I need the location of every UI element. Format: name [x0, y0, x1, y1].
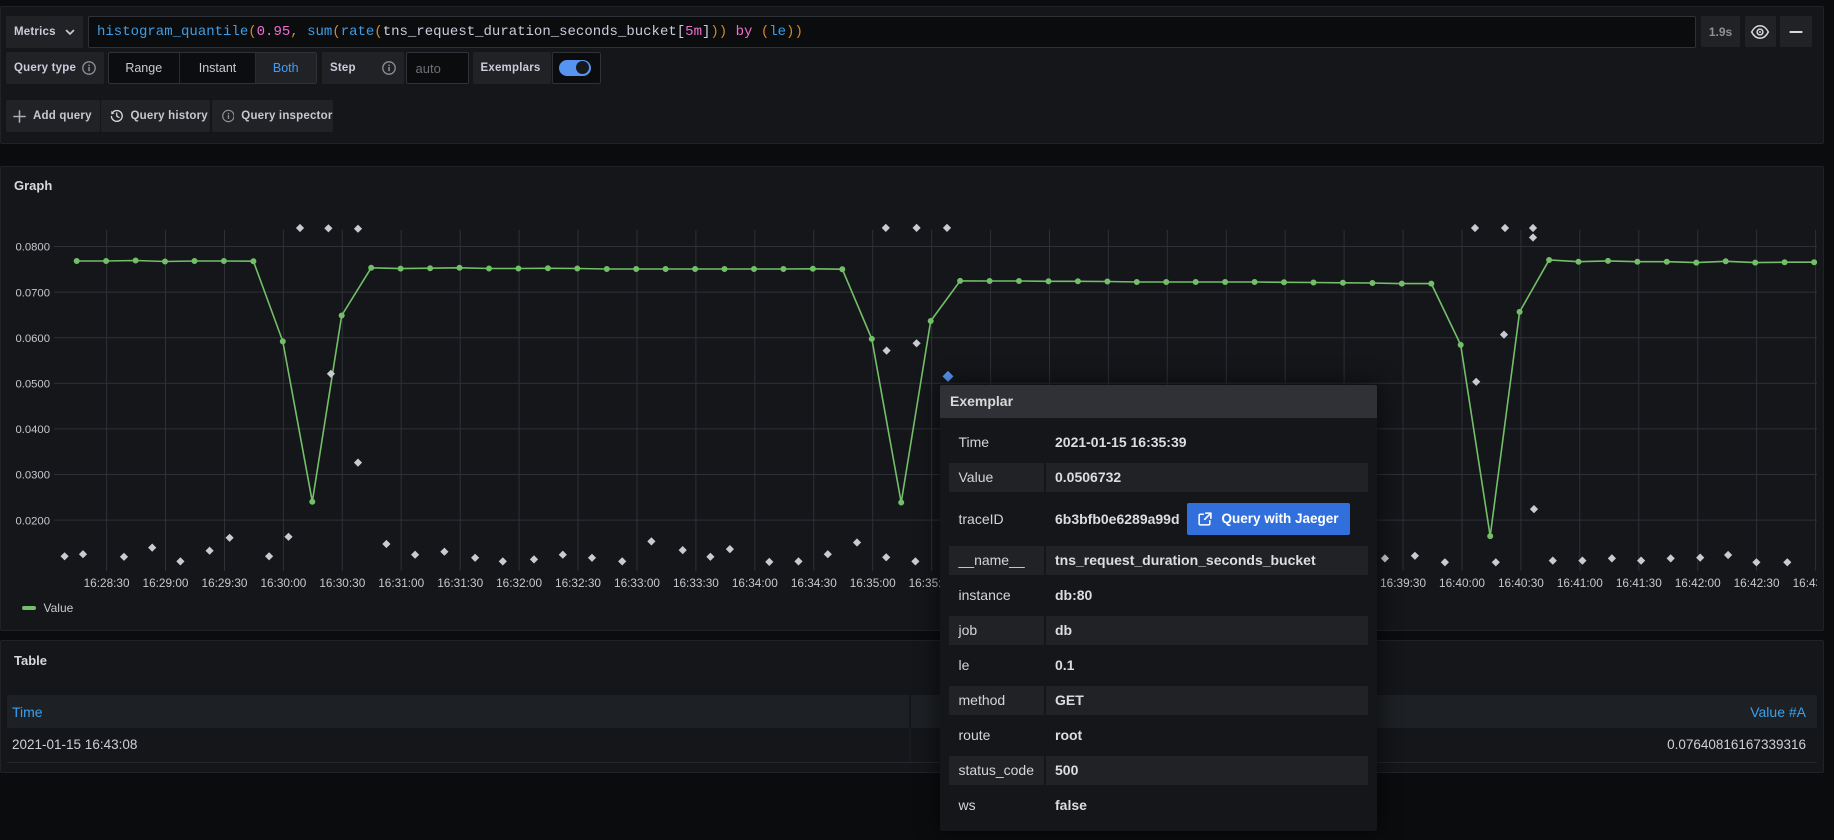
svg-text:0.0500: 0.0500 [15, 379, 50, 391]
svg-text:0.0600: 0.0600 [15, 333, 50, 345]
svg-text:16:42:00: 16:42:00 [1675, 576, 1721, 590]
svg-text:0.0300: 0.0300 [15, 470, 50, 482]
svg-text:0.0400: 0.0400 [15, 424, 50, 436]
svg-text:16:29:00: 16:29:00 [143, 576, 189, 590]
svg-text:16:32:00: 16:32:00 [496, 576, 542, 590]
svg-text:16:33:00: 16:33:00 [614, 576, 660, 590]
svg-text:0.0200: 0.0200 [15, 515, 50, 527]
svg-text:0.0700: 0.0700 [15, 287, 50, 299]
svg-text:16:32:30: 16:32:30 [555, 576, 601, 590]
svg-text:16:30:00: 16:30:00 [260, 576, 306, 590]
svg-text:16:40:30: 16:40:30 [1498, 576, 1544, 590]
svg-text:16:31:30: 16:31:30 [437, 576, 483, 590]
svg-text:16:42:30: 16:42:30 [1734, 576, 1780, 590]
svg-text:0.0800: 0.0800 [15, 242, 50, 254]
svg-text:16:35:00: 16:35:00 [850, 576, 896, 590]
svg-text:16:41:00: 16:41:00 [1557, 576, 1603, 590]
svg-text:16:30:30: 16:30:30 [319, 576, 365, 590]
svg-text:16:43:00: 16:43:00 [1793, 576, 1817, 590]
svg-text:16:29:30: 16:29:30 [202, 576, 248, 590]
svg-text:16:28:30: 16:28:30 [84, 576, 130, 590]
svg-text:16:34:30: 16:34:30 [791, 576, 837, 590]
svg-text:16:33:30: 16:33:30 [673, 576, 719, 590]
svg-text:16:40:00: 16:40:00 [1439, 576, 1485, 590]
svg-text:16:31:00: 16:31:00 [378, 576, 424, 590]
svg-text:16:34:00: 16:34:00 [732, 576, 778, 590]
svg-text:16:41:30: 16:41:30 [1616, 576, 1662, 590]
svg-text:16:39:30: 16:39:30 [1380, 576, 1426, 590]
